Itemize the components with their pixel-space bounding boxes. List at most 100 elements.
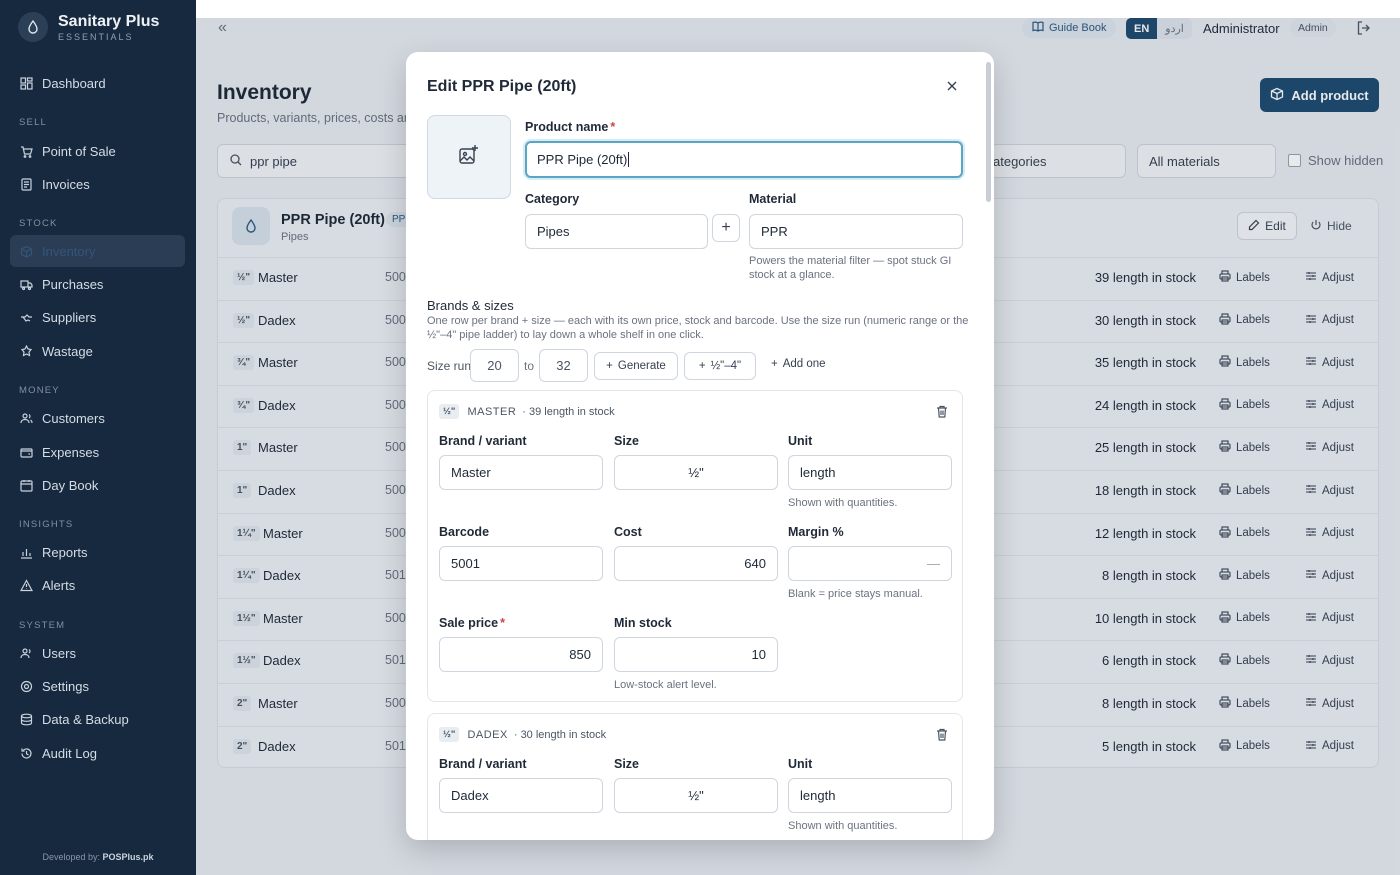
margin-input[interactable]: — <box>788 546 952 581</box>
box-icon <box>20 245 33 258</box>
invoice-icon <box>20 177 33 191</box>
material-input[interactable]: PPR <box>749 214 963 249</box>
unit-value: length <box>800 788 836 803</box>
nav-section-stock: STOCK <box>19 218 58 229</box>
size-input[interactable]: ½" <box>614 455 778 490</box>
calendar-icon <box>20 479 33 492</box>
sidebar-item-wastage[interactable]: Wastage <box>10 335 185 367</box>
developer-credit: Developed by: POSPlus.pk <box>0 852 196 862</box>
sidebar-item-purchases[interactable]: Purchases <box>10 268 185 300</box>
sidebar-item-label: Customers <box>42 410 105 426</box>
sidebar-item-users[interactable]: Users <box>10 637 185 669</box>
sidebar-item-label: Dashboard <box>42 75 106 91</box>
trash-icon[interactable] <box>936 405 948 423</box>
category-label: Category <box>525 192 580 206</box>
material-help: Powers the material filter — spot stuck … <box>749 255 952 281</box>
min-stock-input[interactable]: 10 <box>614 637 778 672</box>
sidebar-item-customers[interactable]: Customers <box>10 402 185 434</box>
sale-price-label: Sale price * <box>439 616 505 630</box>
sidebar-item-invoices[interactable]: Invoices <box>10 168 185 200</box>
sidebar-item-expenses[interactable]: Expenses <box>10 436 185 468</box>
sidebar-item-label: Day Book <box>42 477 99 493</box>
margin-help: Blank = price stays manual. <box>788 588 923 600</box>
sidebar-item-label: Inventory <box>42 243 96 259</box>
category-select[interactable]: Pipes <box>525 214 708 249</box>
sidebar-item-label: Expenses <box>42 444 100 460</box>
variant-header: ½" DADEX · 30 length in stock <box>439 727 606 742</box>
sidebar-item-label: Point of Sale <box>42 143 116 159</box>
size-input[interactable]: ½" <box>614 778 778 813</box>
trash-icon[interactable] <box>936 728 948 746</box>
pipe-ladder-button[interactable]: + ½"–4" <box>684 352 756 380</box>
product-name-input[interactable]: PPR Pipe (20ft) <box>525 141 963 178</box>
sidebar-item-alerts[interactable]: Alerts <box>10 569 185 601</box>
variant-size-badge: ½" <box>439 727 460 742</box>
sidebar-item-label: Reports <box>42 544 88 560</box>
sidebar-item-reports[interactable]: Reports <box>10 536 185 568</box>
unit-value: length <box>800 465 836 480</box>
size-run-label: Size run <box>427 359 472 373</box>
brand-variant-input[interactable]: Master <box>439 455 603 490</box>
add-one-button[interactable]: + Add one <box>771 358 826 370</box>
product-image-upload[interactable] <box>427 115 511 199</box>
required-mark: * <box>500 616 505 630</box>
cost-input[interactable]: 640 <box>614 546 778 581</box>
image-add-icon <box>458 144 480 171</box>
user-icon <box>20 647 33 660</box>
barcode-input[interactable]: 5001 <box>439 546 603 581</box>
modal-title: Edit PPR Pipe (20ft) <box>427 78 577 95</box>
developer-prefix: Developed by: <box>42 852 100 862</box>
sidebar-item-data-backup[interactable]: Data & Backup <box>10 703 185 735</box>
wastage-icon <box>20 344 33 358</box>
unit-help: Shown with quantities. <box>788 820 898 832</box>
brand-variant-input[interactable]: Dadex <box>439 778 603 813</box>
sale-price-input[interactable]: 850 <box>439 637 603 672</box>
modal-scrollbar[interactable] <box>986 62 991 202</box>
margin-label: Margin % <box>788 525 844 539</box>
variant-card: ½" DADEX · 30 length in stock Brand / va… <box>427 713 963 840</box>
size-run-to-input[interactable]: 32 <box>539 349 588 382</box>
users-icon <box>20 412 33 425</box>
required-mark: * <box>610 120 616 134</box>
sidebar-item-point-of-sale[interactable]: Point of Sale <box>10 135 185 167</box>
sale-price-label-text: Sale price <box>439 616 499 630</box>
close-icon[interactable] <box>944 78 960 94</box>
alert-icon <box>20 578 33 592</box>
sidebar-item-audit-log[interactable]: Audit Log <box>10 737 185 769</box>
sidebar-item-dashboard[interactable]: Dashboard <box>10 67 185 99</box>
unit-help: Shown with quantities. <box>788 497 898 509</box>
sidebar-item-label: Wastage <box>42 343 93 359</box>
logo-icon <box>18 12 48 42</box>
brands-sizes-title: Brands & sizes <box>427 298 514 313</box>
brand-variant-label: Brand / variant <box>439 434 527 448</box>
brand[interactable]: Sanitary Plus ESSENTIALS <box>18 12 159 42</box>
brand-variant-value: Dadex <box>451 788 489 803</box>
add-category-button[interactable]: + <box>712 214 740 242</box>
size-value: ½" <box>688 465 704 480</box>
plus-icon: + <box>698 360 706 372</box>
nav-section-money: MONEY <box>19 385 60 396</box>
truck-icon <box>20 278 33 291</box>
app-name: Sanitary Plus <box>58 12 160 30</box>
unit-input[interactable]: length <box>788 455 952 490</box>
top-strip <box>196 0 1400 18</box>
sidebar-item-inventory[interactable]: Inventory <box>10 235 185 267</box>
sidebar-item-day-book[interactable]: Day Book <box>10 469 185 501</box>
sidebar-item-label: Alerts <box>42 577 76 593</box>
variant-brand-caps: DADEX <box>467 728 508 741</box>
pipe-ladder-label: ½"–4" <box>710 360 742 372</box>
unit-label: Unit <box>788 434 813 448</box>
min-stock-value: 10 <box>751 647 766 662</box>
developer-name: POSPlus.pk <box>102 852 154 862</box>
unit-input[interactable]: length <box>788 778 952 813</box>
sidebar-item-suppliers[interactable]: Suppliers <box>10 301 185 333</box>
sidebar-item-label: Purchases <box>42 276 104 292</box>
size-run-from-input[interactable]: 20 <box>470 349 519 382</box>
sidebar-item-settings[interactable]: Settings <box>10 670 185 702</box>
sidebar-item-label: Invoices <box>42 176 90 192</box>
sidebar-item-label: Data & Backup <box>42 711 129 727</box>
generate-button[interactable]: + Generate <box>594 352 678 380</box>
brands-sizes-desc: One row per brand + size — each with its… <box>427 315 969 341</box>
variant-stock-note: · 39 length in stock <box>522 405 615 418</box>
min-stock-label: Min stock <box>614 616 672 630</box>
